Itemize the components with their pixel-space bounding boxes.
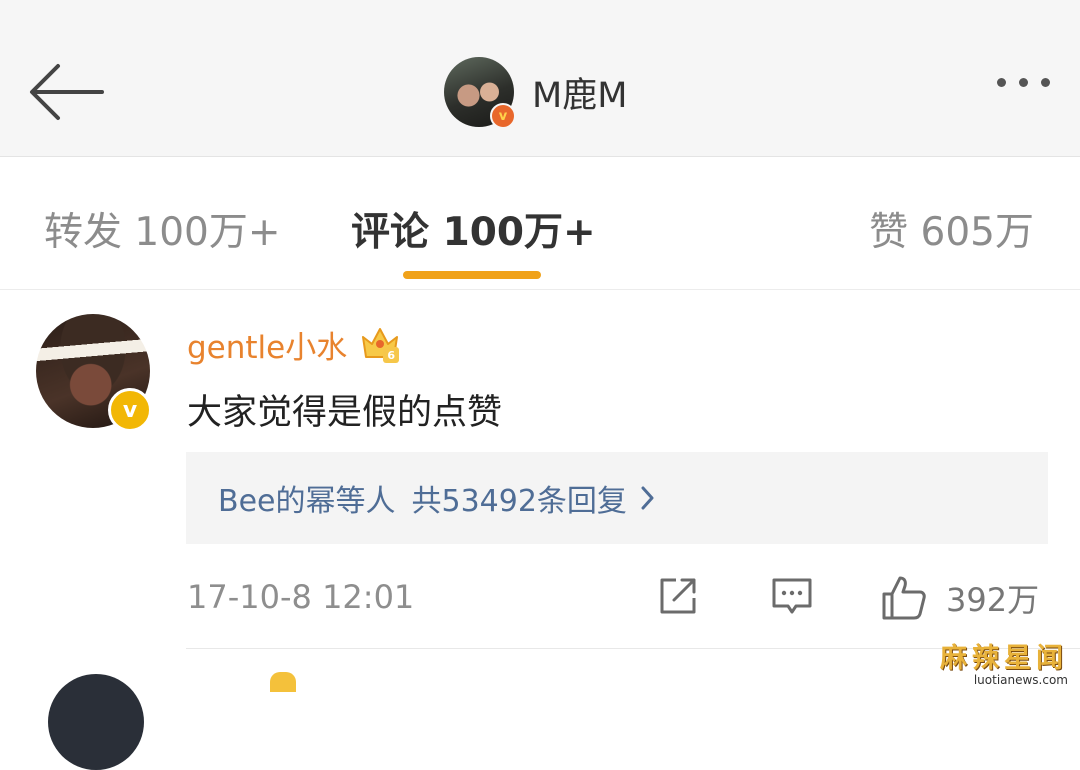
watermark: 麻辣星闻 luotianews.com <box>940 643 1068 687</box>
like-count: 392万 <box>946 581 1040 619</box>
avatar[interactable] <box>48 674 144 770</box>
verified-badge: v <box>490 103 516 129</box>
comment-timestamp: 17-10-8 12:01 <box>187 578 415 616</box>
active-tab-indicator <box>403 271 541 279</box>
commenter-username[interactable]: gentle小水 <box>187 322 347 367</box>
crown-level: 6 <box>383 347 400 363</box>
profile-name[interactable]: M鹿M <box>532 67 627 118</box>
share-icon <box>660 578 696 614</box>
comment-text: 大家觉得是假的点赞 <box>187 393 503 433</box>
top-bar: v M鹿M <box>0 0 1080 157</box>
crown-icon <box>270 672 296 692</box>
profile-header[interactable]: v M鹿M <box>444 56 627 129</box>
avatar[interactable]: v <box>444 57 516 129</box>
tab-bar: 转发 100万+ 评论 100万+ 赞 605万 <box>0 157 1080 290</box>
replies-users: Bee的幂等人 <box>218 484 396 519</box>
more-button[interactable] <box>997 78 1050 87</box>
share-button[interactable] <box>656 574 700 622</box>
crown-icon: 6 <box>359 323 401 365</box>
like-icon <box>882 576 926 620</box>
tab-repost[interactable]: 转发 100万+ <box>44 201 281 257</box>
more-icon <box>1041 78 1050 87</box>
verified-badge: v <box>108 388 152 432</box>
watermark-title: 麻辣星闻 <box>940 643 1068 674</box>
replies-count: 共53492条回复 <box>411 484 627 519</box>
back-button[interactable] <box>26 62 106 122</box>
reply-button[interactable] <box>770 574 814 622</box>
comment-icon <box>772 578 812 614</box>
chevron-right-icon <box>641 486 654 510</box>
like-button[interactable]: 392万 <box>880 574 1039 622</box>
comment-header: gentle小水 6 <box>187 322 401 366</box>
back-arrow-icon <box>30 64 104 120</box>
more-icon <box>997 78 1006 87</box>
tab-likes[interactable]: 赞 605万 <box>869 201 1034 257</box>
replies-preview[interactable]: Bee的幂等人 共53492条回复 <box>186 452 1048 544</box>
tab-comments[interactable]: 评论 100万+ <box>351 201 596 257</box>
more-icon <box>1019 78 1028 87</box>
watermark-url: luotianews.com <box>973 673 1068 687</box>
